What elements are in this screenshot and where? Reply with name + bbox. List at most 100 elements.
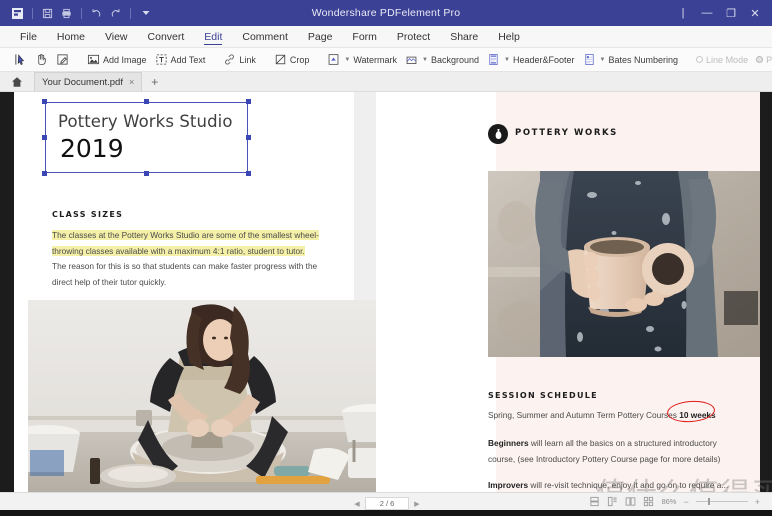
- title-bar: Wondershare PDFelement Pro | — ❐ ✕: [0, 0, 772, 26]
- header-footer-button[interactable]: ▼ Header&Footer: [483, 50, 579, 70]
- session-line-start-text: Spring, Summer and Autumn Term Pottery C…: [488, 410, 680, 420]
- resize-handle-nw[interactable]: [42, 99, 47, 104]
- brand-name-text: POTTERY WORKS: [515, 128, 618, 138]
- application-window: Wondershare PDFelement Pro | — ❐ ✕ File …: [0, 0, 772, 516]
- left-panel-rail: [0, 92, 14, 492]
- new-tab-icon[interactable]: +: [151, 75, 158, 89]
- resize-handle-w[interactable]: [42, 135, 47, 140]
- right-page-white-margin: [376, 92, 496, 492]
- edit-text-tool-button[interactable]: [52, 50, 73, 70]
- add-image-label: Add Image: [103, 54, 147, 65]
- resize-handle-sw[interactable]: [42, 171, 47, 176]
- studio-name-text: Pottery Works Studio: [58, 112, 233, 131]
- document-page-left[interactable]: Pottery Works Studio 2019 CLASS SIZES Th…: [14, 92, 388, 492]
- menu-item-convert[interactable]: Convert: [138, 26, 195, 48]
- resize-handle-ne[interactable]: [246, 99, 251, 104]
- continuous-view-icon[interactable]: [607, 496, 618, 507]
- add-text-label: Add Text: [170, 54, 206, 65]
- menu-item-home[interactable]: Home: [47, 26, 95, 48]
- header-footer-dropdown-icon[interactable]: ▼: [504, 57, 510, 63]
- header-footer-label: Header&Footer: [513, 54, 575, 65]
- menu-item-page[interactable]: Page: [298, 26, 343, 48]
- watermark-dropdown-icon[interactable]: ▼: [344, 57, 350, 63]
- resize-handle-s[interactable]: [144, 171, 149, 176]
- next-page-button[interactable]: ▶: [412, 500, 422, 508]
- zoom-slider-knob[interactable]: [707, 498, 710, 505]
- window-bottom-edge: [0, 510, 772, 516]
- bates-numbering-dropdown-icon[interactable]: ▼: [600, 57, 606, 63]
- pottery-vase-icon: [488, 124, 508, 144]
- line-mode-radio-dot: [696, 56, 704, 63]
- hand-tool-button[interactable]: [31, 50, 52, 70]
- crop-label: Crop: [289, 54, 310, 65]
- zoom-slider[interactable]: [695, 498, 748, 505]
- maximize-button[interactable]: ❐: [720, 3, 742, 23]
- zoom-level-label: 86%: [661, 497, 677, 506]
- view-and-zoom-controls: 86% − +: [589, 496, 760, 507]
- minimize-button[interactable]: —: [696, 3, 718, 23]
- resize-handle-e[interactable]: [246, 135, 251, 140]
- facing-page-view-icon[interactable]: [625, 496, 636, 507]
- menu-item-form[interactable]: Form: [342, 26, 387, 48]
- previous-page-button[interactable]: ◀: [352, 500, 362, 508]
- edit-ribbon-toolbar: Add Image Add Text Link Crop ▼ Watermark…: [0, 48, 772, 72]
- window-controls-divider: |: [681, 7, 685, 19]
- beginners-paragraph: Beginners will learn all the basics on a…: [488, 436, 740, 467]
- menu-bar: File Home View Convert Edit Comment Page…: [0, 26, 772, 48]
- improvers-label: Improvers: [488, 480, 529, 490]
- home-icon[interactable]: [8, 76, 26, 88]
- bates-numbering-button[interactable]: ▼ Bates Numbering: [579, 50, 683, 70]
- line-mode-radio[interactable]: Line Mode: [692, 50, 752, 70]
- paragraph-mode-label: Paragraph Mode: [766, 54, 772, 65]
- document-tab-bar: Your Document.pdf × +: [0, 72, 772, 92]
- thumbnail-view-icon[interactable]: [643, 496, 654, 507]
- page-number-input[interactable]: 2 / 6: [365, 497, 409, 510]
- add-image-button[interactable]: Add Image: [83, 50, 151, 70]
- right-panel-rail: [760, 92, 772, 492]
- menu-item-share[interactable]: Share: [440, 26, 488, 48]
- resize-handle-se[interactable]: [246, 171, 251, 176]
- document-tab[interactable]: Your Document.pdf ×: [34, 72, 143, 91]
- class-sizes-paragraph: The classes at the Pottery Works Studio …: [52, 228, 320, 290]
- link-label: Link: [239, 54, 256, 65]
- beginners-label: Beginners: [488, 438, 529, 448]
- pottery-wheel-photo: [28, 300, 388, 492]
- crop-button[interactable]: Crop: [270, 50, 314, 70]
- improvers-paragraph: Improvers will re-visit technique, enjoy…: [488, 478, 740, 492]
- improvers-text: will re-visit technique, enjoy it and go…: [528, 480, 729, 490]
- watermark-label: Watermark: [353, 54, 398, 65]
- single-page-view-icon[interactable]: [589, 496, 600, 507]
- document-page-right[interactable]: POTTERY WORKS SESSION SCHEDULE Spring, S…: [376, 92, 760, 492]
- background-button[interactable]: ▼ Background: [401, 50, 483, 70]
- menu-item-edit[interactable]: Edit: [194, 26, 232, 48]
- paragraph-mode-radio[interactable]: Paragraph Mode: [752, 50, 772, 70]
- class-sizes-rest-text: The reason for this is so that students …: [52, 261, 318, 287]
- add-text-button[interactable]: Add Text: [151, 50, 210, 70]
- selected-text-box[interactable]: Pottery Works Studio 2019: [42, 99, 251, 176]
- resize-handle-n[interactable]: [144, 99, 149, 104]
- background-label: Background: [431, 54, 480, 65]
- select-tool-button[interactable]: [10, 50, 31, 70]
- session-schedule-heading: SESSION SCHEDULE: [488, 391, 598, 400]
- zoom-out-button[interactable]: −: [683, 497, 688, 507]
- paragraph-mode-radio-dot: [756, 56, 764, 63]
- close-tab-icon[interactable]: ×: [129, 77, 134, 87]
- window-controls: | — ❐ ✕: [672, 3, 766, 23]
- menu-item-view[interactable]: View: [95, 26, 138, 48]
- menu-item-comment[interactable]: Comment: [232, 26, 298, 48]
- window-title: Wondershare PDFelement Pro: [311, 7, 461, 19]
- background-dropdown-icon[interactable]: ▼: [422, 57, 428, 63]
- menu-item-file[interactable]: File: [10, 26, 47, 48]
- document-tab-label: Your Document.pdf: [42, 76, 123, 88]
- menu-item-help[interactable]: Help: [488, 26, 530, 48]
- close-button[interactable]: ✕: [744, 3, 766, 23]
- class-sizes-heading: CLASS SIZES: [52, 210, 124, 219]
- zoom-in-button[interactable]: +: [755, 497, 760, 507]
- menu-item-protect[interactable]: Protect: [387, 26, 440, 48]
- bates-numbering-label: Bates Numbering: [608, 54, 679, 65]
- document-workspace: Pottery Works Studio 2019 CLASS SIZES Th…: [0, 92, 772, 492]
- studio-year-text: 2019: [60, 134, 124, 163]
- watermark-button[interactable]: ▼ Watermark: [323, 50, 401, 70]
- highlighted-text: The classes at the Pottery Works Studio …: [52, 230, 319, 256]
- link-button[interactable]: Link: [219, 50, 260, 70]
